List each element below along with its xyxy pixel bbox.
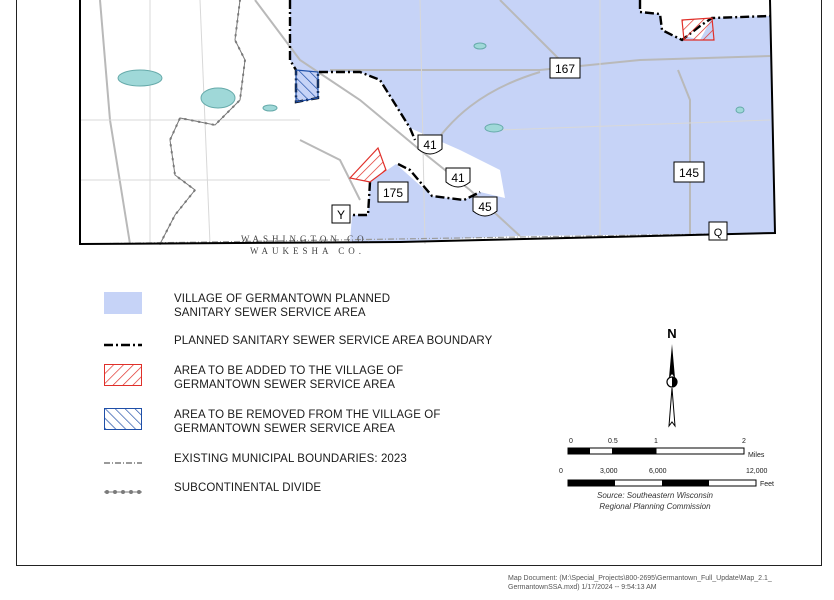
scale-miles-tick-0.5: 0.5 bbox=[608, 438, 618, 445]
legend-item-municipal: EXISTING MUNICIPAL BOUNDARIES: 2023 bbox=[104, 452, 407, 474]
svg-text:45: 45 bbox=[478, 200, 492, 214]
shield-y: Y bbox=[331, 204, 351, 224]
svg-text:41: 41 bbox=[451, 171, 465, 185]
shield-41a: 41 bbox=[417, 134, 443, 155]
scale-feet-tick-3000: 3,000 bbox=[600, 468, 618, 475]
shield-41b: 41 bbox=[445, 167, 471, 188]
add-area-swatch bbox=[104, 364, 142, 386]
divide-swatch bbox=[104, 490, 142, 494]
area-to-add-2 bbox=[681, 17, 715, 41]
svg-text:167: 167 bbox=[555, 62, 575, 76]
remove-area-swatch bbox=[104, 408, 142, 430]
shield-45: 45 bbox=[472, 196, 498, 217]
legend-item-divide: SUBCONTINENTAL DIVIDE bbox=[104, 481, 321, 503]
county-label-waukesha: WAUKESHA CO. bbox=[250, 246, 366, 256]
svg-text:Q: Q bbox=[714, 227, 723, 239]
svg-text:145: 145 bbox=[679, 166, 699, 180]
shield-145: 145 bbox=[673, 161, 705, 183]
scale-miles-tick-0: 0 bbox=[569, 438, 573, 445]
scale-miles-tick-2: 2 bbox=[742, 438, 746, 445]
scale-feet-tick-0: 0 bbox=[559, 468, 563, 475]
legend-item-boundary: PLANNED SANITARY SEWER SERVICE AREA BOUN… bbox=[104, 334, 492, 356]
map-panel: 167 41 41 45 175 145 Y Q bbox=[79, 0, 777, 246]
municipal-swatch bbox=[104, 462, 142, 464]
planned-area-swatch bbox=[104, 292, 142, 314]
scale-miles-unit: Miles bbox=[748, 452, 765, 459]
map-document-path: Map Document: (M:\Special_Projects\800-2… bbox=[508, 575, 772, 591]
shield-q: Q bbox=[708, 221, 728, 241]
svg-text:175: 175 bbox=[383, 186, 403, 200]
scale-miles-tick-1: 1 bbox=[654, 438, 658, 445]
scale-feet-tick-12000: 12,000 bbox=[746, 468, 768, 475]
svg-text:41: 41 bbox=[423, 138, 437, 152]
legend-item-to-remove: AREA TO BE REMOVED FROM THE VILLAGE OF GE… bbox=[104, 408, 440, 436]
north-arrow: N bbox=[666, 326, 678, 428]
shield-175: 175 bbox=[377, 181, 409, 203]
scale-feet-unit: Feet bbox=[760, 481, 775, 488]
svg-text:N: N bbox=[667, 326, 676, 341]
scale-feet-tick-6000: 6,000 bbox=[649, 468, 667, 475]
boundary-swatch bbox=[104, 343, 142, 347]
area-to-remove bbox=[295, 69, 319, 103]
legend-item-to-add: AREA TO BE ADDED TO THE VILLAGE OF GERMAN… bbox=[104, 364, 403, 392]
svg-text:Y: Y bbox=[337, 208, 345, 222]
county-label-washington: WASHINGTON CO. bbox=[241, 234, 374, 244]
shield-167: 167 bbox=[549, 57, 581, 79]
source-credit: Source: Southeastern Wisconsin Regional … bbox=[597, 491, 713, 511]
legend-item-planned-area: VILLAGE OF GERMANTOWN PLANNED SANITARY SE… bbox=[104, 292, 390, 320]
